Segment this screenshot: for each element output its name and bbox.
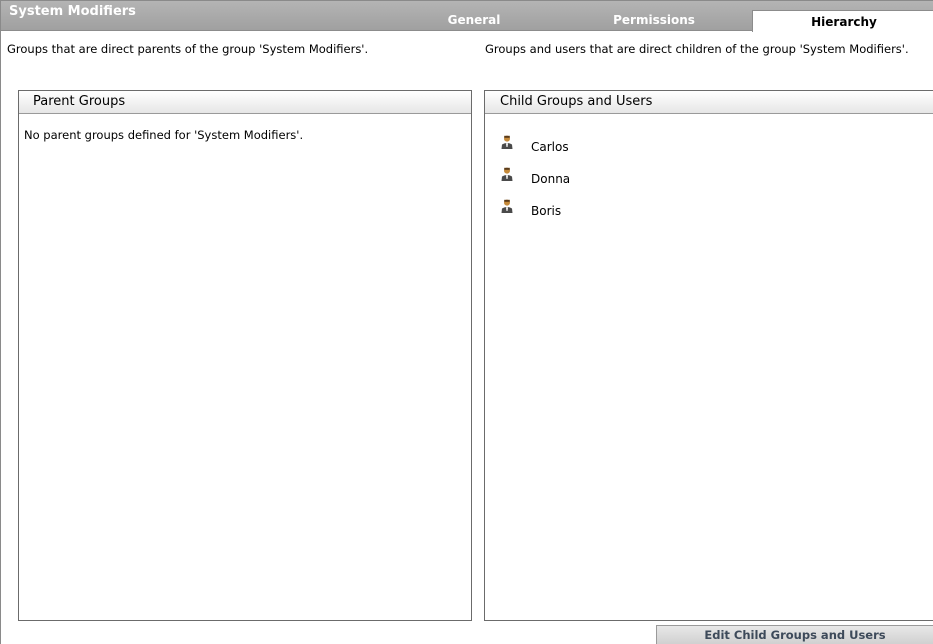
tab-hierarchy[interactable]: Hierarchy [752, 10, 933, 32]
group-title: System Modifiers [9, 4, 136, 19]
parents-description: Groups that are direct parents of the gr… [7, 42, 369, 56]
parent-groups-panel: Parent Groups No parent groups defined f… [18, 90, 472, 621]
user-icon [501, 199, 513, 213]
group-details-window: System Modifiers General Permissions Hie… [0, 0, 933, 644]
user-icon [501, 135, 513, 149]
child-groups-header: Child Groups and Users [485, 91, 933, 114]
tab-permissions[interactable]: Permissions [584, 9, 724, 31]
user-label: Boris [531, 204, 562, 218]
child-groups-panel: Child Groups and Users Carlos Donna Bori… [484, 90, 933, 621]
user-icon [501, 167, 513, 181]
user-label: Donna [531, 172, 571, 186]
edit-child-groups-button[interactable]: Edit Child Groups and Users [656, 625, 933, 644]
no-parents-message: No parent groups defined for 'System Mod… [24, 128, 304, 142]
user-label: Carlos [531, 140, 569, 154]
tab-general[interactable]: General [444, 9, 504, 31]
parent-groups-header: Parent Groups [19, 91, 471, 114]
children-description: Groups and users that are direct childre… [485, 42, 909, 56]
header-bar: System Modifiers General Permissions Hie… [1, 1, 933, 32]
